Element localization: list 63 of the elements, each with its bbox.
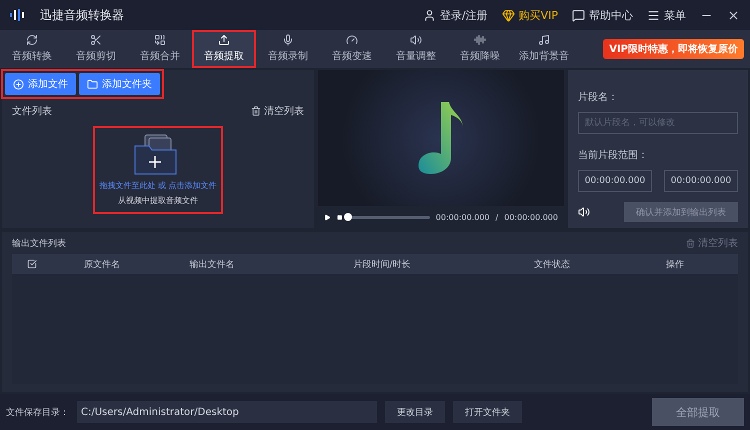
column-header: 操作 [665,258,685,270]
column-header: 片段时间/时长 [352,258,412,270]
tab[interactable]: 音频剪切 [64,30,128,68]
close-icon[interactable] [727,8,740,22]
merge-icon [154,34,166,46]
column-header: 文件状态 [533,258,571,270]
logo-icon [10,9,26,21]
tab[interactable]: 音频录制 [256,30,320,68]
tab[interactable]: 音频提取 [192,30,256,68]
trash-icon [686,238,695,248]
field-label: 片段名： [578,90,619,104]
section-title: 输出文件列表 [12,238,66,250]
header-link[interactable]: 登录/注册 [422,8,488,22]
user-icon [422,8,436,22]
speaker-icon [410,34,422,46]
seek-thumb[interactable] [344,212,352,220]
tab[interactable]: 音频变速 [320,30,384,68]
diamond-icon [502,8,515,22]
refresh-icon [26,34,38,46]
column-header: 原文件名 [83,258,121,270]
total-time: 00:00:00.000 [504,212,558,222]
start-time-field[interactable]: 00:00:00.000 [578,170,652,192]
add-file-button[interactable]: 添加文件 [5,73,76,95]
play-icon[interactable] [324,212,331,222]
tab[interactable]: 音频合并 [128,30,192,68]
scissors-icon [90,34,102,46]
speaker-icon[interactable] [578,206,590,218]
folder-icon [87,78,98,90]
trash-icon [251,106,261,116]
change-folder-button[interactable]: 更改目录 [385,401,445,423]
tab[interactable]: 音频转换 [0,30,64,68]
drop-hint: 拖拽文件至此处 或 点击添加文件 [99,180,217,191]
checkbox[interactable] [27,259,37,269]
upload-icon [218,34,230,46]
stop-icon[interactable] [336,212,342,222]
open-folder-button[interactable]: 打开文件夹 [453,401,522,423]
header-link[interactable]: 帮助中心 [572,8,633,22]
gauge-icon [346,34,358,46]
header-link[interactable]: 购买VIP [502,8,558,22]
promo-banner[interactable]: VIP限时特惠，即将恢复原价 [603,39,744,59]
time-separator: / [496,212,498,222]
save-path-field[interactable]: C:/Users/Administrator/Desktop [77,401,377,423]
tab[interactable]: 添加背景音 [512,30,576,68]
drop-caption: 从视频中提取音频文件 [118,195,198,206]
add-folder-button[interactable]: 添加文件夹 [79,73,160,95]
clear-list-link[interactable]: 清空列表 [251,104,304,118]
header-link[interactable]: 菜单 [647,8,686,22]
music-note-icon [538,34,550,46]
section-title: 文件列表 [12,104,52,118]
chat-icon [572,8,585,22]
column-header: 输出文件名 [188,258,236,270]
end-time-field[interactable]: 00:00:00.000 [664,170,738,192]
waveform-icon [474,34,486,46]
save-path-label: 文件保存目录： [6,406,69,418]
current-time: 00:00:00.000 [436,212,490,222]
window-title: 迅捷音频转换器 [40,6,124,24]
tab[interactable]: 音频降噪 [448,30,512,68]
tab[interactable]: 音量调整 [384,30,448,68]
field-label: 当前片段范围： [578,148,649,162]
menu-icon [647,8,660,22]
drop-zone[interactable]: 拖拽文件至此处 或 点击添加文件 从视频中提取音频文件 [93,126,223,214]
plus-icon [13,78,24,90]
microphone-icon [282,34,294,46]
